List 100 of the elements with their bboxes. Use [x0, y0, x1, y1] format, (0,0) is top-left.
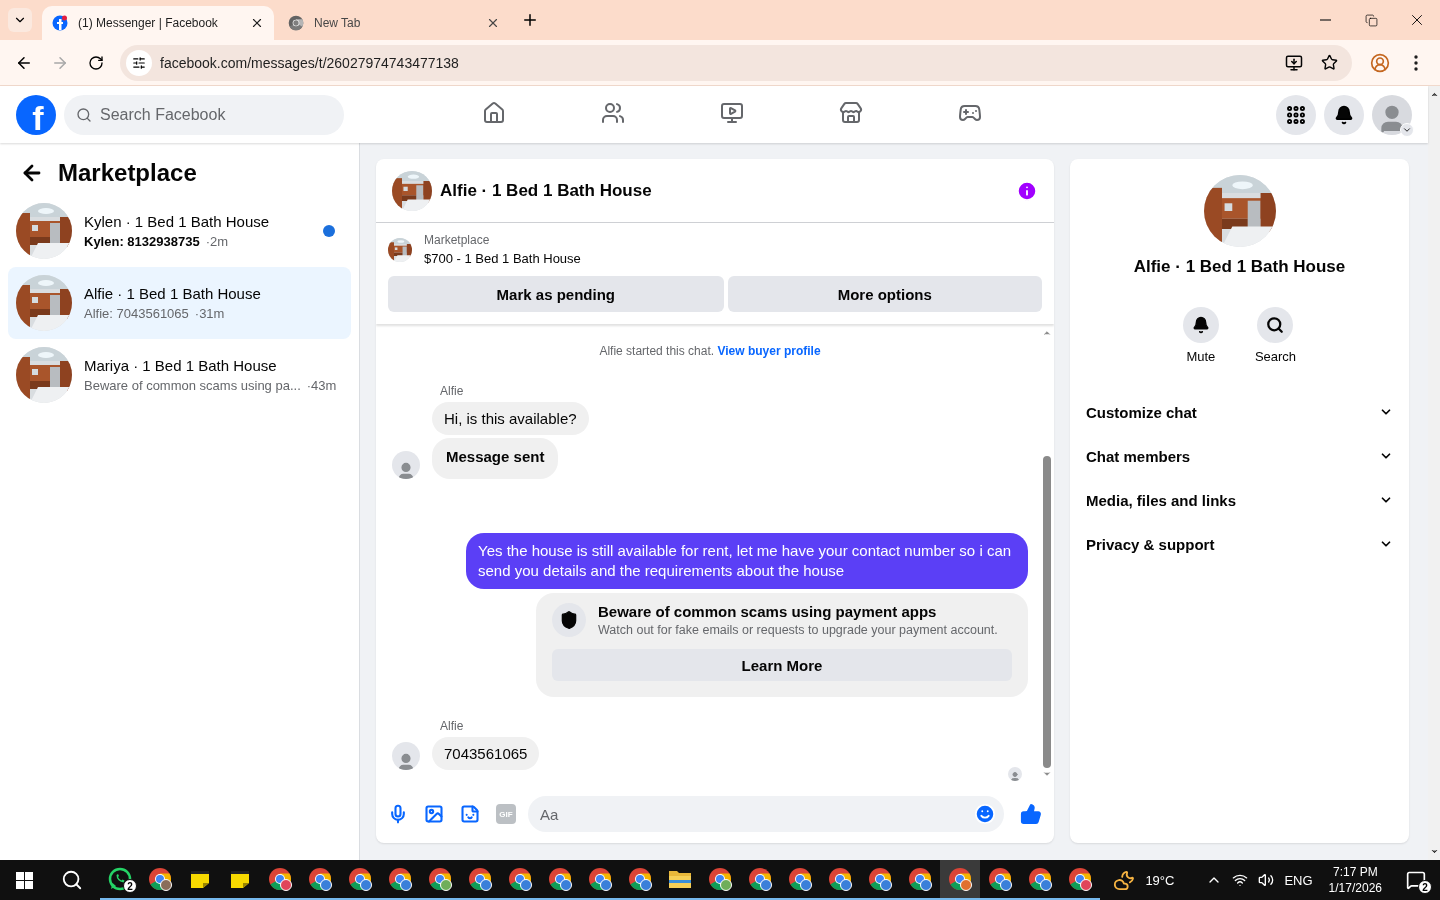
message-preview: Beware of common scams using pa... — [84, 378, 301, 393]
sidebar-title: Marketplace — [58, 159, 197, 187]
conversation-item[interactable]: Kylen · 1 Bed 1 Bath House Kylen: 8132938735 ·2m — [8, 195, 351, 267]
browser-icon — [388, 867, 412, 891]
scroll-up-icon[interactable] — [1429, 90, 1439, 99]
browser-icon — [588, 867, 612, 891]
unread-dot — [323, 225, 335, 237]
menu-icon — [1285, 103, 1307, 126]
browser-icon — [1068, 867, 1092, 891]
scroll-down-icon[interactable] — [1429, 847, 1439, 856]
profile-icon — [1370, 52, 1390, 73]
avatar-icon — [392, 742, 420, 770]
folder-icon — [668, 869, 692, 889]
temperature: 19°C — [1145, 872, 1175, 888]
volume-icon[interactable] — [1258, 872, 1275, 888]
menu-icon — [1414, 54, 1418, 71]
thumbs-up-icon — [1020, 803, 1042, 825]
browser-icon — [468, 867, 492, 891]
count-badge: 2 — [1418, 880, 1432, 894]
voice-button[interactable] — [388, 804, 408, 824]
browser-icon — [628, 867, 652, 891]
close-icon[interactable] — [486, 16, 500, 30]
notifications-button[interactable]: 2 — [1398, 860, 1434, 900]
message-preview: Alfie: 7043561065 — [84, 306, 189, 321]
listing-source: Marketplace — [424, 233, 491, 247]
conversation-name: Alfie · 1 Bed 1 Bath House — [84, 285, 262, 302]
notifications-button[interactable] — [1324, 94, 1364, 135]
browser-icon — [348, 867, 372, 891]
clock[interactable]: 7:17 PM 1/17/2026 — [1328, 864, 1382, 896]
tab-title: New Tab — [314, 16, 362, 30]
more-options-button[interactable]: More options — [727, 276, 1042, 312]
browser-icon — [788, 867, 812, 891]
tab-list-button[interactable] — [8, 8, 32, 32]
scrollbar-thumb[interactable] — [1043, 456, 1051, 768]
emoji-icon[interactable] — [974, 803, 996, 825]
install-icon[interactable] — [1285, 53, 1303, 72]
sticky-note-icon — [190, 869, 210, 889]
buyer-profile-link[interactable]: View buyer profile — [717, 344, 821, 358]
details-title: Alfie · 1 Bed 1 Bath House — [1133, 257, 1346, 277]
details-section[interactable]: Chat members — [1086, 434, 1393, 478]
taskbar-app[interactable]: 2 — [100, 860, 140, 900]
video-icon — [719, 101, 744, 125]
info-icon[interactable] — [1016, 179, 1038, 202]
bookmark-star-icon[interactable] — [1321, 54, 1338, 71]
menu-button[interactable] — [1276, 94, 1316, 135]
tab-title: (1) Messenger | Facebook — [78, 16, 219, 30]
message-time: ·31m — [194, 306, 225, 321]
favicon-icon — [52, 15, 68, 31]
sticky-note-icon — [230, 869, 250, 889]
site-info-button[interactable] — [126, 49, 152, 76]
conversation-name: Kylen · 1 Bed 1 Bath House — [84, 213, 271, 230]
home-icon — [481, 101, 506, 125]
browser-icon — [868, 867, 892, 891]
message-field[interactable]: Aa — [528, 796, 1004, 832]
browser-icon — [908, 867, 932, 891]
mark-pending-button[interactable]: Mark as pending — [388, 276, 724, 312]
sliders-icon — [132, 55, 146, 70]
network-icon[interactable] — [1232, 872, 1249, 888]
details-section[interactable]: Media, files and links — [1086, 478, 1393, 522]
message-preview: Kylen: 8132938735 — [84, 234, 200, 249]
conversation-name: Mariya · 1 Bed 1 Bath House — [84, 357, 278, 374]
search-icon — [1266, 316, 1285, 334]
microphone-icon — [388, 804, 408, 824]
warning-title: Beware of common scams using payment apps — [598, 603, 938, 620]
browser-icon — [288, 15, 304, 31]
language-indicator[interactable]: ENG — [1284, 872, 1313, 888]
browser-icon — [268, 867, 292, 891]
message-bubble: Hi, is this available? — [432, 402, 589, 435]
taskbar-app[interactable] — [940, 860, 980, 900]
details-section[interactable]: Customize chat — [1086, 390, 1393, 434]
minimize-icon — [1319, 19, 1331, 21]
browser-icon — [828, 867, 852, 891]
message-bubble: Message sent — [432, 438, 559, 479]
bell-icon — [1334, 104, 1354, 125]
search-icon — [61, 869, 83, 891]
browser-icon — [308, 867, 332, 891]
search-field[interactable]: Search Facebook — [64, 94, 344, 135]
close-icon[interactable] — [250, 16, 264, 30]
browser-tab[interactable]: (1) Messenger | Facebook — [42, 6, 274, 40]
site-logo[interactable]: f — [16, 94, 56, 135]
message-time: ·43m — [306, 378, 337, 393]
bell-icon — [1191, 316, 1210, 334]
browser-icon — [748, 867, 772, 891]
browser-icon — [548, 867, 572, 891]
conversation-item[interactable]: Mariya · 1 Bed 1 Bath House Beware of common scams using pa... ·43m — [8, 339, 351, 411]
account-button[interactable] — [1372, 94, 1412, 135]
sticker-button[interactable] — [460, 804, 480, 824]
photo-button[interactable] — [424, 804, 444, 824]
learn-more-button[interactable]: Learn More — [552, 649, 1012, 681]
shop-icon — [838, 101, 863, 125]
windows-icon — [15, 871, 33, 889]
chat-notice: Alfie started this chat. View buyer profile — [598, 344, 822, 358]
reload-icon — [88, 54, 104, 71]
details-section[interactable]: Privacy & support — [1086, 522, 1393, 566]
like-button[interactable] — [1020, 803, 1042, 825]
browser-icon — [708, 867, 732, 891]
browser-tab[interactable]: New Tab — [278, 6, 510, 40]
conversation-item[interactable]: Alfie · 1 Bed 1 Bath House Alfie: 7043561065 ·31m — [8, 267, 351, 339]
browser-icon — [948, 867, 972, 891]
avatar-icon — [392, 451, 420, 479]
